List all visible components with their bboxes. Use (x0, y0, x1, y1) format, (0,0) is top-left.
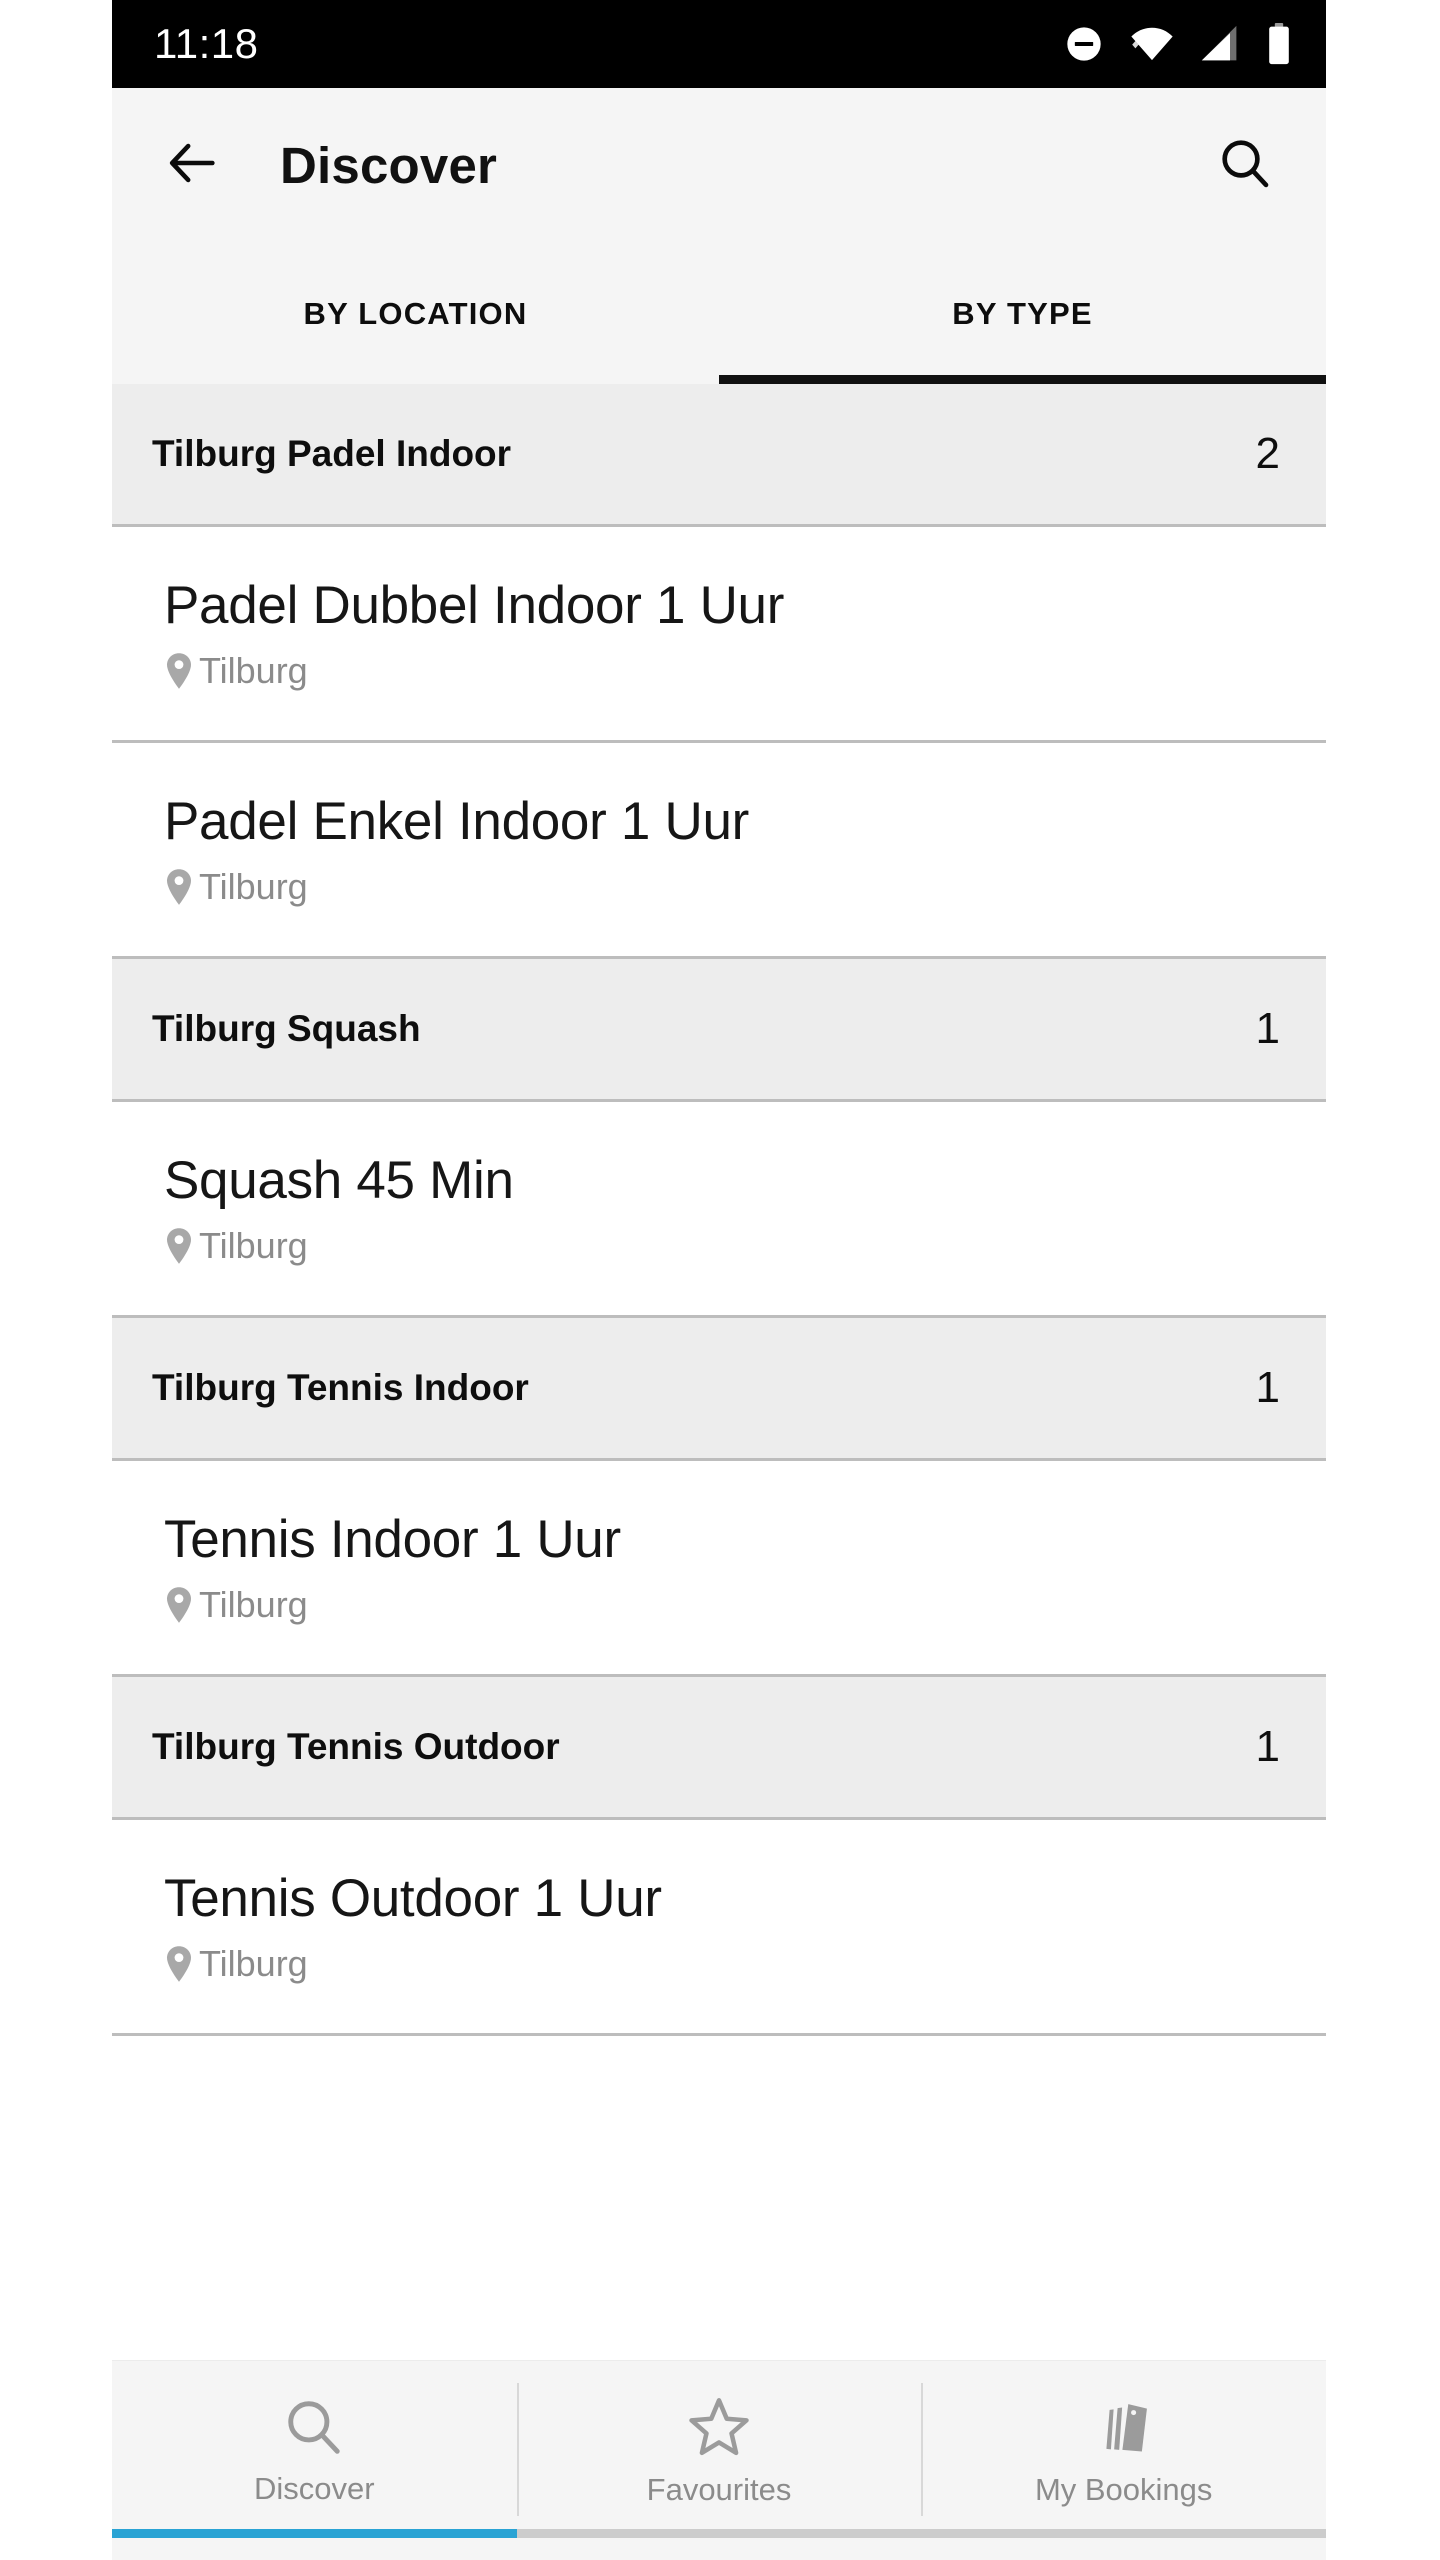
tab-by-location[interactable]: BY LOCATION (112, 243, 719, 384)
group-count: 1 (1255, 1363, 1280, 1412)
list-item-location: Tilburg (164, 868, 1280, 906)
search-icon (283, 2396, 345, 2463)
list-item[interactable]: Padel Dubbel Indoor 1 Uur Tilburg (112, 527, 1326, 743)
nav-label: Favourites (646, 2471, 792, 2507)
do-not-disturb-icon (1064, 24, 1104, 64)
bottom-navigation: Discover Favourites My Bookings (112, 2360, 1326, 2538)
list-item-title: Tennis Outdoor 1 Uur (164, 1869, 662, 1929)
nav-label: Discover (254, 2470, 375, 2506)
status-bar-clock: 11:18 (154, 20, 259, 67)
cellular-signal-icon (1200, 24, 1240, 64)
status-bar: 11:18 (112, 0, 1326, 88)
tab-bar: BY LOCATION BY TYPE (112, 243, 1326, 384)
location-pin-icon (164, 868, 194, 906)
search-icon (1217, 135, 1273, 196)
bottom-safe-area (112, 2538, 1326, 2560)
list-item-title: Padel Enkel Indoor 1 Uur (164, 792, 749, 852)
location-name: Tilburg (199, 865, 308, 907)
group-header[interactable]: Tilburg Squash 1 (112, 959, 1326, 1102)
group-title: Tilburg Tennis Indoor (152, 1367, 529, 1408)
list-item-title: Tennis Indoor 1 Uur (164, 1510, 621, 1570)
list-item[interactable]: Padel Enkel Indoor 1 Uur Tilburg (112, 743, 1326, 959)
location-pin-icon (164, 1945, 194, 1983)
nav-item-my-bookings[interactable]: My Bookings (921, 2361, 1326, 2538)
list-item[interactable]: Squash 45 Min Tilburg (112, 1102, 1326, 1318)
list-item[interactable]: Tennis Indoor 1 Uur Tilburg (112, 1461, 1326, 1677)
list-item-title: Squash 45 Min (164, 1151, 514, 1211)
group-title: Tilburg Tennis Outdoor (152, 1726, 560, 1767)
tab-by-type[interactable]: BY TYPE (719, 243, 1326, 384)
list-item-location: Tilburg (164, 1945, 1280, 1983)
back-arrow-icon (164, 134, 222, 197)
nav-active-indicator (112, 2529, 517, 2538)
tab-label: BY LOCATION (303, 295, 528, 331)
list-item-title: Padel Dubbel Indoor 1 Uur (164, 576, 785, 636)
group-header[interactable]: Tilburg Tennis Indoor 1 (112, 1318, 1326, 1461)
location-name: Tilburg (199, 1942, 308, 1984)
battery-icon (1266, 23, 1292, 65)
tab-label: BY TYPE (952, 295, 1093, 331)
group-count: 2 (1255, 429, 1280, 478)
list-item-location: Tilburg (164, 652, 1280, 690)
group-header[interactable]: Tilburg Padel Indoor 2 (112, 384, 1326, 527)
group-title: Tilburg Squash (152, 1008, 421, 1049)
wifi-icon (1130, 24, 1174, 64)
location-name: Tilburg (199, 1583, 308, 1625)
nav-item-discover[interactable]: Discover (112, 2361, 517, 2538)
nav-item-favourites[interactable]: Favourites (516, 2361, 922, 2538)
location-pin-icon (164, 1227, 194, 1265)
list-item-location: Tilburg (164, 1227, 1280, 1265)
nav-label: My Bookings (1034, 2471, 1213, 2507)
status-bar-icons (1064, 23, 1292, 65)
back-button[interactable] (150, 123, 236, 209)
group-title: Tilburg Padel Indoor (152, 433, 512, 474)
discover-list: Tilburg Padel Indoor 2 Padel Dubbel Indo… (112, 384, 1326, 2360)
location-name: Tilburg (199, 649, 308, 691)
group-count: 1 (1255, 1722, 1280, 1771)
search-button[interactable] (1202, 123, 1288, 209)
list-item[interactable]: Tennis Outdoor 1 Uur Tilburg (112, 1820, 1326, 2036)
location-pin-icon (164, 1586, 194, 1624)
location-name: Tilburg (199, 1224, 308, 1266)
list-item-location: Tilburg (164, 1586, 1280, 1624)
app-bar: Discover (112, 88, 1326, 243)
star-icon (687, 2395, 751, 2464)
cards-icon (1092, 2395, 1156, 2464)
phone-screen: 11:18 Discover BY LOCATION BY TYPE Tilbu… (112, 0, 1326, 2560)
page-title: Discover (280, 137, 498, 194)
location-pin-icon (164, 652, 194, 690)
group-count: 1 (1255, 1004, 1280, 1053)
group-header[interactable]: Tilburg Tennis Outdoor 1 (112, 1677, 1326, 1820)
